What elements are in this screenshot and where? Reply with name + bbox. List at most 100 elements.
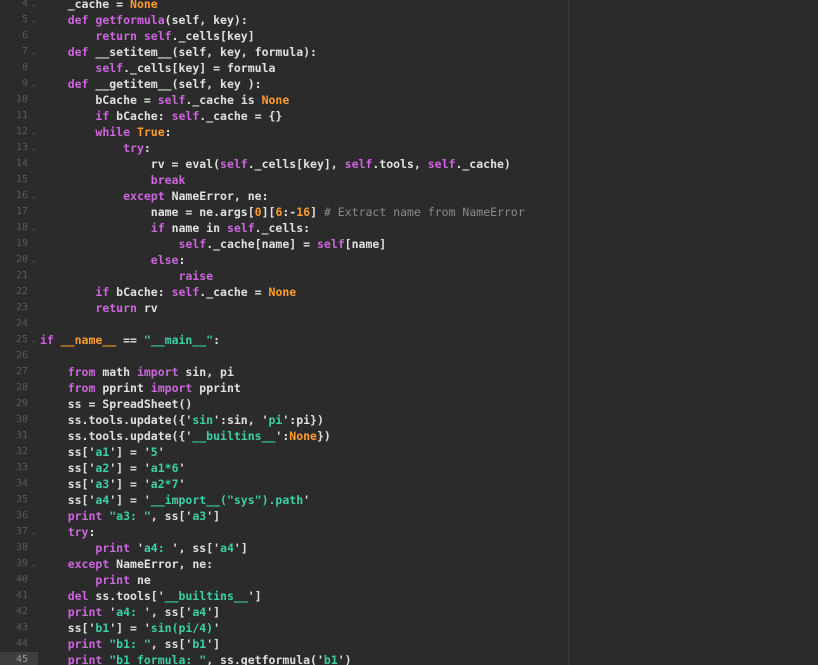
code-line[interactable]: 26 xyxy=(0,348,818,364)
code-text: print "b1 formula: ", ss.getformula('b1'… xyxy=(40,652,352,665)
code-line[interactable]: 41 del ss.tools['__builtins__'] xyxy=(0,588,818,604)
code-line[interactable]: 8 self._cells[key] = formula xyxy=(0,60,818,76)
fold-chevron-icon[interactable]: ⌄ xyxy=(30,556,38,572)
code-line[interactable]: 9 ⌄ def __getitem__(self, key ): xyxy=(0,76,818,92)
code-text: print 'a4: ', ss['a4'] xyxy=(40,604,220,620)
keyword-token: self xyxy=(171,285,200,299)
keyword-token: self xyxy=(316,237,345,251)
code-token: ' xyxy=(157,445,165,459)
code-line[interactable]: 10 bCache = self._cache is None xyxy=(0,92,818,108)
fold-chevron-icon[interactable]: ⌄ xyxy=(30,220,38,236)
string-token: a4 xyxy=(192,605,207,619)
fold-chevron-icon[interactable]: ⌄ xyxy=(30,76,38,92)
code-line[interactable]: 19 self._cache[name] = self[name] xyxy=(0,236,818,252)
code-line[interactable]: 45 print "b1 formula: ", ss.getformula('… xyxy=(0,652,818,665)
code-line[interactable]: 12 ⌄ while True: xyxy=(0,124,818,140)
code-line[interactable]: 37 ⌄ try: xyxy=(0,524,818,540)
code-line[interactable]: 29 ss = SpreadSheet() xyxy=(0,396,818,412)
code-token: bCache: xyxy=(116,109,172,123)
fold-chevron-icon[interactable]: ⌄ xyxy=(30,524,38,540)
code-line[interactable]: 34 ss['a3'] = 'a2*7' xyxy=(0,476,818,492)
keyword-token: if xyxy=(150,221,172,235)
code-line[interactable]: 32 ss['a1'] = '5' xyxy=(0,444,818,460)
code-token: sin, pi xyxy=(185,365,234,379)
code-text: raise xyxy=(40,268,213,284)
code-line[interactable]: 27 from math import sin, pi xyxy=(0,364,818,380)
fold-chevron-icon[interactable]: ⌄ xyxy=(30,44,38,60)
string-token: "a3: " xyxy=(109,509,151,523)
string-token: a3 xyxy=(192,509,207,523)
code-line[interactable]: 35 ss['a4'] = '__import__("sys").path' xyxy=(0,492,818,508)
keyword-token: self xyxy=(178,237,207,251)
code-text: else: xyxy=(40,252,186,268)
fold-chevron-icon[interactable]: ⌄ xyxy=(30,124,38,140)
code-line[interactable]: 20 ⌄ else: xyxy=(0,252,818,268)
code-line[interactable]: 31 ss.tools.update({'__builtins__':None}… xyxy=(0,428,818,444)
code-line[interactable]: 33 ss['a2'] = 'a1*6' xyxy=(0,460,818,476)
code-line[interactable]: 40 print ne xyxy=(0,572,818,588)
keyword-token: else xyxy=(150,253,179,267)
code-line[interactable]: 30 ss.tools.update({'sin':sin, 'pi':pi}) xyxy=(0,412,818,428)
code-line[interactable]: 24 xyxy=(0,316,818,332)
code-token: ss[' xyxy=(40,461,96,475)
code-line[interactable]: 14 rv = eval(self._cells[key], self.tool… xyxy=(0,156,818,172)
code-line[interactable]: 28 from pprint import pprint xyxy=(0,380,818,396)
code-line[interactable]: 4 ⌄ _cache = None xyxy=(0,0,818,12)
code-token: '] xyxy=(247,589,262,603)
code-token: ' xyxy=(213,621,221,635)
code-line[interactable]: 36 print "a3: ", ss['a3'] xyxy=(0,508,818,524)
code-line[interactable]: 23 return rv xyxy=(0,300,818,316)
code-line[interactable]: 16 ⌄ except NameError, ne: xyxy=(0,188,818,204)
code-line[interactable]: 13 ⌄ try: xyxy=(0,140,818,156)
code-line[interactable]: 18 ⌄ if name in self._cells: xyxy=(0,220,818,236)
fold-chevron-icon[interactable]: ⌄ xyxy=(30,332,38,348)
line-number: 28 xyxy=(15,382,28,393)
fold-chevron-icon[interactable]: ⌄ xyxy=(30,188,38,204)
fold-chevron-icon[interactable]: ⌄ xyxy=(30,12,38,28)
code-line[interactable]: 7 ⌄ def __setitem__(self, key, formula): xyxy=(0,44,818,60)
code-line[interactable]: 21 raise xyxy=(0,268,818,284)
code-line[interactable]: 25 ⌄ if __name__ == "__main__": xyxy=(0,332,818,348)
code-lines[interactable]: 4 ⌄ _cache = None 5 ⌄ def getformula(self, … xyxy=(0,0,818,665)
code-line[interactable]: 6 return self._cells[key] xyxy=(0,28,818,44)
code-line[interactable]: 44 print "b1: ", ss['b1'] xyxy=(0,636,818,652)
code-line[interactable]: 43 ss['b1'] = 'sin(pi/4)' xyxy=(0,620,818,636)
string-token: a4 xyxy=(95,493,110,507)
code-line[interactable]: 39 ⌄ except NameError, ne: xyxy=(0,556,818,572)
code-line[interactable]: 42 print 'a4: ', ss['a4'] xyxy=(0,604,818,620)
line-number: 24 xyxy=(15,318,28,329)
line-number: 30 xyxy=(15,414,28,425)
code-text: _cache = None xyxy=(40,0,158,12)
fold-chevron-icon[interactable]: ⌄ xyxy=(30,140,38,156)
code-token: : xyxy=(178,253,186,267)
fold-chevron-icon[interactable]: ⌄ xyxy=(30,0,38,12)
code-line[interactable]: 22 if bCache: self._cache = None xyxy=(0,284,818,300)
code-token: ') xyxy=(337,653,352,665)
string-token: a1*6 xyxy=(150,461,179,475)
code-editor[interactable]: 4 ⌄ _cache = None 5 ⌄ def getformula(self, … xyxy=(0,0,818,665)
code-token: '] xyxy=(206,637,221,651)
string-token: pi xyxy=(268,413,283,427)
line-number: 14 xyxy=(15,158,28,169)
keyword-token: import xyxy=(136,365,186,379)
code-token: '] xyxy=(233,541,248,555)
code-line[interactable]: 15 break xyxy=(0,172,818,188)
string-token: a2*7 xyxy=(150,477,179,491)
code-line[interactable]: 5 ⌄ def getformula(self, key): xyxy=(0,12,818,28)
code-text: print 'a4: ', ss['a4'] xyxy=(40,540,248,556)
code-text: ss = SpreadSheet() xyxy=(40,396,193,412)
code-token: ss.tools[' xyxy=(95,589,165,603)
code-text: from math import sin, pi xyxy=(40,364,234,380)
code-text: ss['a1'] = '5' xyxy=(40,444,165,460)
code-text: if __name__ == "__main__": xyxy=(40,332,220,348)
fold-chevron-icon[interactable]: ⌄ xyxy=(30,252,38,268)
code-line[interactable]: 17 name = ne.args[0][6:-16] # Extract na… xyxy=(0,204,818,220)
code-line[interactable]: 11 if bCache: self._cache = {} xyxy=(0,108,818,124)
code-line[interactable]: 38 print 'a4: ', ss['a4'] xyxy=(0,540,818,556)
